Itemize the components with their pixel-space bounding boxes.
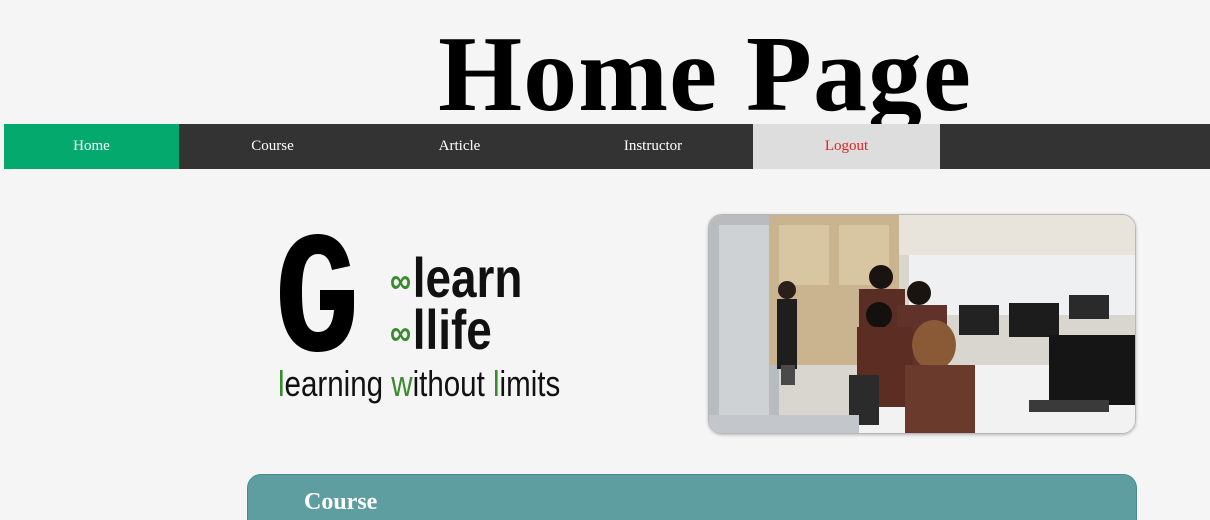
infinity-icon: ∞	[390, 312, 412, 353]
logo-tagline: learning without limits	[278, 364, 560, 404]
tagline-part: w	[391, 363, 413, 404]
tagline-part: earning	[284, 363, 392, 404]
logo-g-letter	[280, 234, 354, 352]
tagline-part: ithout	[412, 363, 493, 404]
course-section-title: Course	[304, 489, 378, 515]
infinity-icon: ∞	[390, 260, 412, 301]
nav-instructor[interactable]: Instructor	[553, 124, 753, 169]
nav-logout[interactable]: Logout	[753, 124, 940, 169]
glearn-logo: ∞learn ∞llife learning without limits	[270, 228, 610, 408]
classroom-photo-image	[709, 215, 1135, 433]
page-title: Home Page	[438, 15, 972, 134]
nav-course[interactable]: Course	[179, 124, 366, 169]
classroom-photo	[708, 214, 1136, 434]
course-section: Course	[247, 474, 1137, 520]
logo-llife-text: llife	[412, 298, 492, 361]
logo-llife-line: ∞llife	[390, 302, 492, 365]
nav-home[interactable]: Home	[4, 124, 179, 169]
nav-article[interactable]: Article	[366, 124, 553, 169]
tagline-part: imits	[499, 363, 561, 404]
page: Home Page Home Course Article Instructor…	[0, 0, 1210, 520]
top-navbar: Home Course Article Instructor Logout	[4, 124, 1210, 169]
